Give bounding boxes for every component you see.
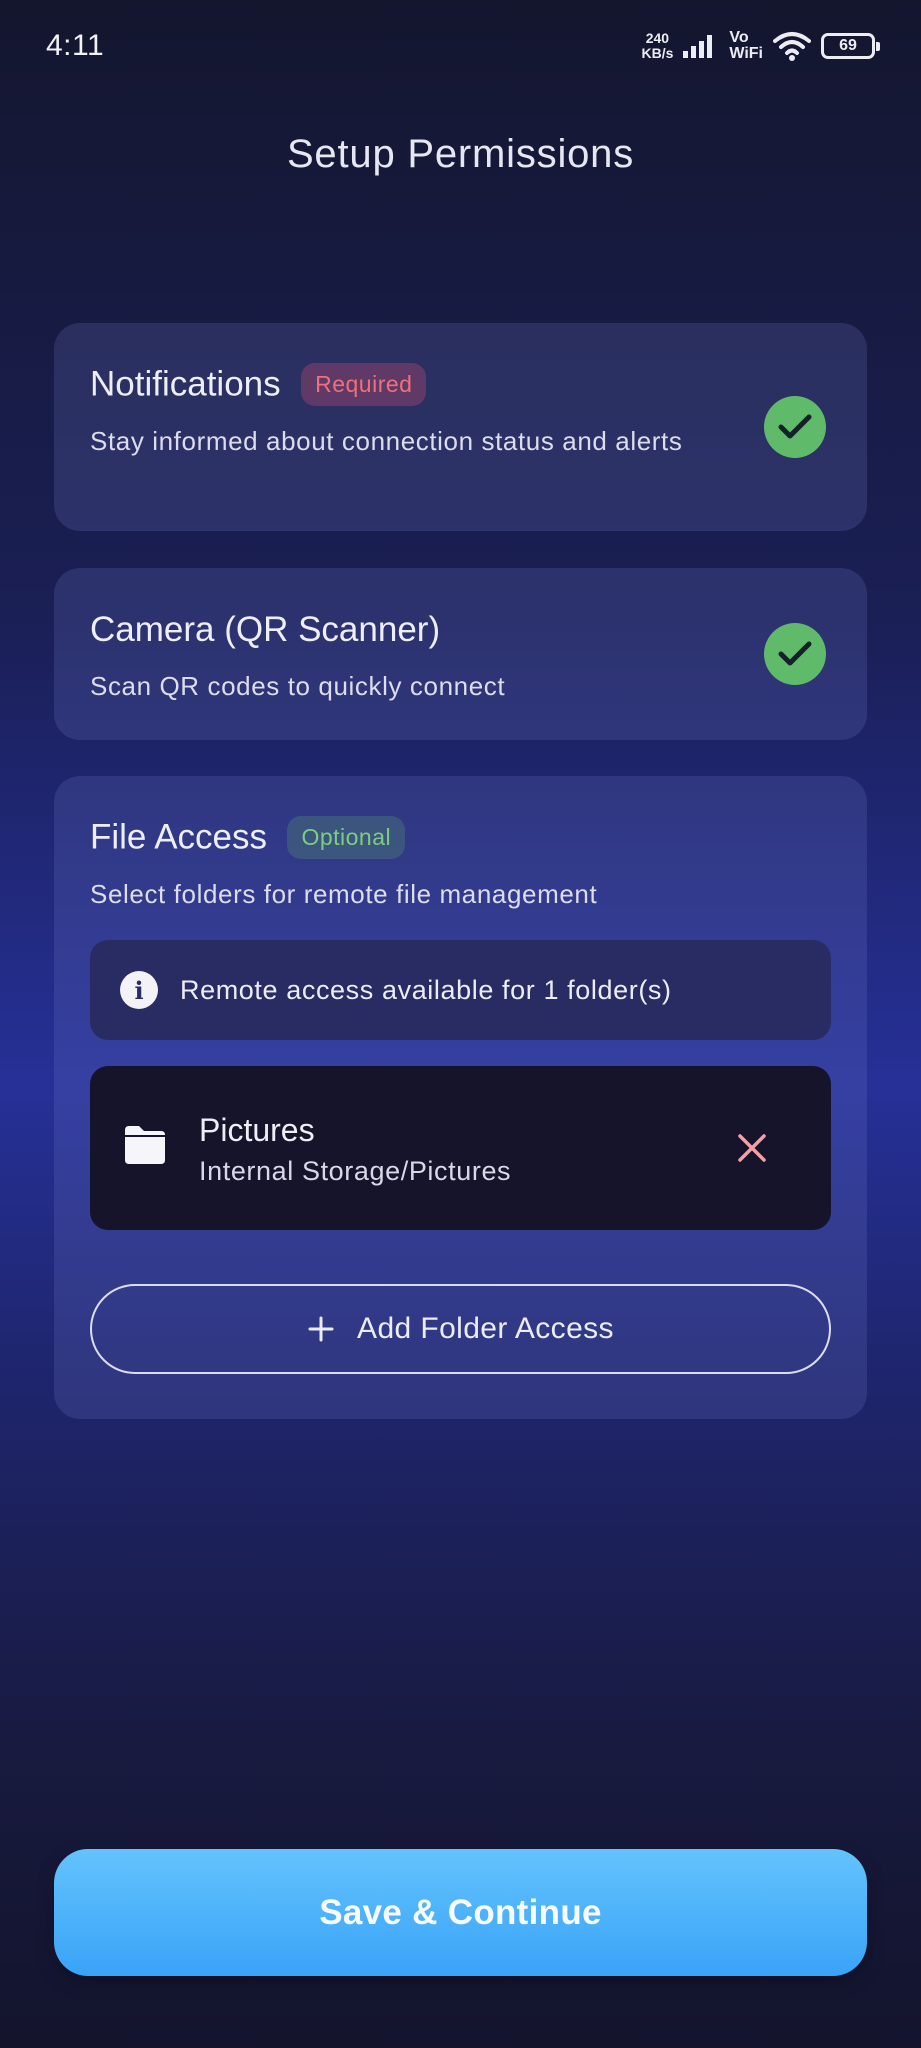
folder-path: Internal Storage/Pictures <box>199 1156 512 1186</box>
camera-permission-card[interactable]: Camera (QR Scanner) Scan QR codes to qui… <box>54 568 867 740</box>
save-continue-button[interactable]: Save & Continue <box>54 1849 867 1976</box>
vowifi-bottom: WiFi <box>729 45 763 62</box>
notifications-header: Notifications Required <box>90 363 427 406</box>
folder-item: Pictures Internal Storage/Pictures <box>90 1066 831 1230</box>
check-icon <box>764 396 826 458</box>
info-icon: i <box>120 971 158 1009</box>
folder-icon <box>125 1126 165 1164</box>
camera-description: Scan QR codes to quickly connect <box>90 671 506 701</box>
status-time: 4:11 <box>46 29 105 62</box>
page-title: Setup Permissions <box>286 132 635 176</box>
signal-icon <box>683 35 713 58</box>
wifi-icon <box>773 32 811 61</box>
network-speed: 240 KB/s <box>641 31 673 61</box>
network-speed-value: 240 <box>645 30 670 46</box>
battery-icon: 69 <box>821 33 880 59</box>
check-icon <box>764 623 826 685</box>
status-icons: 240 KB/s Vo WiFi 69 <box>641 30 880 62</box>
file-access-title: File Access <box>90 817 267 857</box>
vowifi-indicator: Vo WiFi <box>729 30 763 62</box>
add-folder-button[interactable]: Add Folder Access <box>90 1284 831 1374</box>
notifications-permission-card[interactable]: Notifications Required Stay informed abo… <box>54 323 867 531</box>
vowifi-top: Vo <box>729 29 749 46</box>
file-access-header: File Access Optional <box>90 816 406 859</box>
file-access-description: Select folders for remote file managemen… <box>90 879 598 909</box>
camera-title: Camera (QR Scanner) <box>90 610 441 649</box>
add-folder-label: Add Folder Access <box>357 1312 614 1345</box>
battery-level: 69 <box>839 37 857 54</box>
folder-name: Pictures <box>199 1112 315 1148</box>
file-access-card: File Access Optional Select folders for … <box>54 776 867 1419</box>
notifications-title: Notifications <box>90 364 281 404</box>
folder-info-banner: i Remote access available for 1 folder(s… <box>90 940 831 1040</box>
plus-icon <box>308 1316 334 1342</box>
save-continue-label: Save & Continue <box>319 1892 602 1932</box>
optional-badge: Optional <box>287 816 406 859</box>
status-bar: 4:11 240 KB/s Vo WiFi 69 <box>0 0 921 92</box>
remove-folder-button[interactable] <box>732 1128 772 1168</box>
folder-info-text: Remote access available for 1 folder(s) <box>180 974 672 1005</box>
network-speed-unit: KB/s <box>641 45 674 61</box>
required-badge: Required <box>301 363 427 406</box>
notifications-description: Stay informed about connection status an… <box>90 426 683 456</box>
